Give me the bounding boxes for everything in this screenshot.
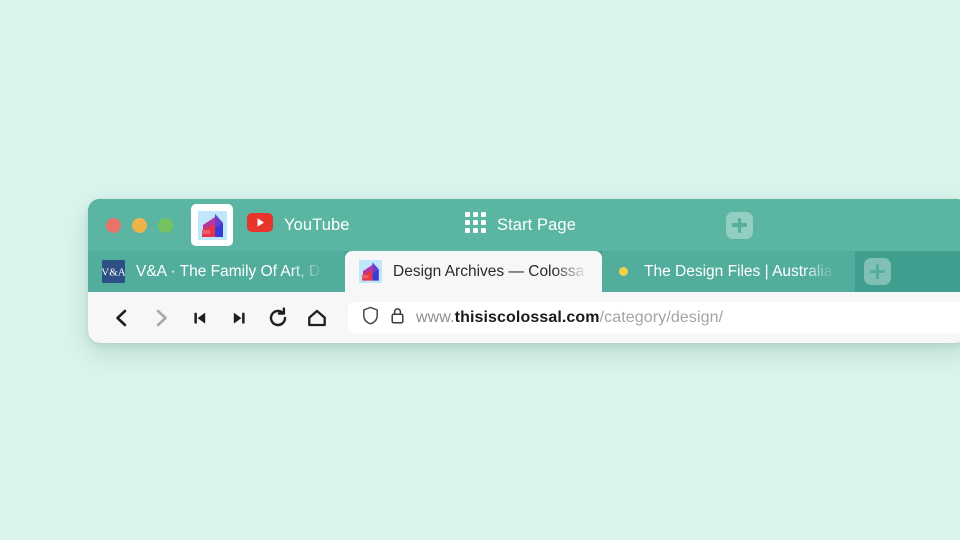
back-button[interactable]: [102, 298, 141, 337]
padlock-icon[interactable]: [390, 306, 405, 330]
colossal-icon: [359, 260, 382, 283]
url-path: /category/design/: [599, 308, 724, 326]
svg-text:V&A: V&A: [102, 267, 125, 279]
va-museum-icon: V&A: [101, 260, 126, 283]
tab-strip: V&A V&A · The Family Of Art, D Design Ar…: [88, 251, 960, 292]
minimize-window-button[interactable]: [132, 217, 147, 233]
url-scheme: www.: [416, 308, 455, 326]
plus-icon: [870, 264, 885, 279]
forward-button[interactable]: [141, 298, 180, 337]
home-icon: [307, 309, 326, 326]
browser-topbar: YouTube Start Page: [88, 199, 960, 251]
url-host: thisiscolossal.com: [454, 308, 600, 326]
traffic-lights: [88, 217, 189, 233]
browser-window: YouTube Start Page V&A V&A · The Family …: [88, 199, 960, 343]
skip-back-icon: [193, 312, 205, 324]
close-window-button[interactable]: [106, 217, 121, 233]
colossal-logo-icon[interactable]: [191, 204, 233, 246]
tab-colossal-title: Design Archives — Colossa: [393, 262, 585, 280]
rewind-button[interactable]: [180, 298, 219, 337]
reload-icon: [269, 306, 286, 326]
speed-dial-youtube[interactable]: YouTube: [233, 199, 446, 251]
chevron-left-icon: [115, 309, 126, 326]
chevron-right-icon: [156, 309, 167, 326]
grid-nine-icon: [465, 212, 486, 238]
address-bar-url: www.thisiscolossal.com/category/design/: [416, 309, 723, 327]
zoom-window-button[interactable]: [158, 217, 173, 233]
speed-dial-start-page[interactable]: Start Page: [451, 199, 715, 251]
new-tab-button[interactable]: [864, 258, 891, 285]
tab-design-files-title: The Design Files | Australia: [644, 262, 833, 280]
tab-va-museum-title: V&A · The Family Of Art, D: [136, 262, 321, 280]
speed-dial-start-page-label: Start Page: [497, 215, 576, 234]
reload-button[interactable]: [258, 298, 297, 337]
tab-design-files[interactable]: The Design Files | Australia: [602, 251, 855, 292]
shield-icon[interactable]: [362, 306, 379, 330]
plus-icon: [732, 217, 747, 233]
youtube-icon: [247, 213, 273, 237]
home-button[interactable]: [297, 298, 336, 337]
speed-dial-youtube-label: YouTube: [284, 215, 350, 234]
loading-dot-icon: [619, 267, 628, 276]
address-bar[interactable]: www.thisiscolossal.com/category/design/: [348, 302, 960, 333]
fast-forward-button[interactable]: [219, 298, 258, 337]
add-speed-dial-button[interactable]: [726, 211, 753, 239]
tab-va-museum[interactable]: V&A V&A · The Family Of Art, D: [88, 251, 345, 292]
browser-toolbar: www.thisiscolossal.com/category/design/: [88, 292, 960, 343]
tab-colossal[interactable]: Design Archives — Colossa: [345, 251, 602, 292]
skip-forward-icon: [233, 312, 245, 324]
